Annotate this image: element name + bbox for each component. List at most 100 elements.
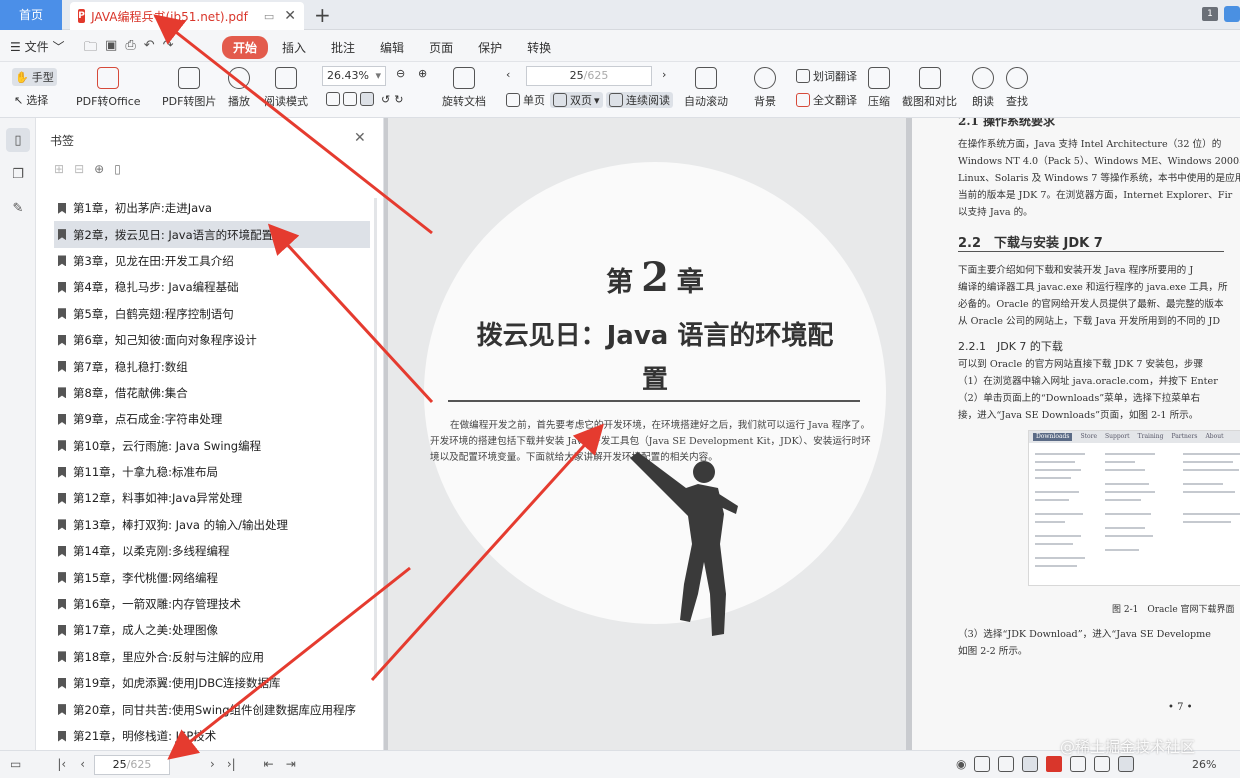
full-translate-button[interactable]: 全文翻译 [796, 92, 857, 108]
file-menu[interactable]: ☰ 文件 ﹀ [10, 38, 64, 55]
select-tool-button[interactable]: ↖ 选择 [14, 92, 48, 108]
bookmark-item[interactable]: 第10章，云行雨施: Java Swing编程 [54, 433, 370, 459]
undo-icon[interactable]: ↶ [144, 38, 155, 60]
last-page-icon[interactable]: ›| [227, 757, 236, 771]
compress-button[interactable]: 压缩 [868, 67, 890, 109]
ribbon-tab-edit[interactable]: 编辑 [369, 36, 415, 59]
read-mode-button[interactable]: 阅读模式 [264, 67, 308, 109]
bookmark-item[interactable]: 第2章，拨云见日: Java语言的环境配置 [54, 221, 370, 248]
close-tab-icon[interactable]: ✕ [284, 8, 296, 24]
new-tab-icon[interactable]: + [314, 3, 331, 27]
bookmark-scrollbar[interactable] [374, 198, 377, 678]
read-aloud-button[interactable]: 朗读 [972, 67, 994, 109]
expand-all-icon[interactable]: ⊞ [54, 162, 64, 176]
bookmark-item[interactable]: 第5章，白鹤亮翅:程序控制语句 [54, 301, 370, 327]
double-page-view-icon[interactable] [1022, 756, 1039, 772]
eye-protection-icon[interactable]: ◉ [956, 757, 966, 771]
forward-icon[interactable]: ⇥ [286, 757, 296, 771]
bookmark-item[interactable]: 第1章，初出茅庐:走进Java [54, 195, 370, 221]
sidebar-toggle-icon[interactable]: ▭ [10, 757, 21, 771]
bookmark-item[interactable]: 第9章，点石成金:字符串处理 [54, 406, 370, 432]
word-translate-button[interactable]: 划词翻译 [796, 68, 857, 84]
tab-document[interactable]: P JAVA编程兵书(jb51.net).pdf ▭ ✕ [70, 2, 304, 30]
open-folder-icon[interactable]: 🗀 [84, 38, 97, 60]
play-icon[interactable] [1046, 756, 1063, 772]
ribbon-tab-protect[interactable]: 保护 [467, 36, 513, 59]
bookmark-item[interactable]: 第20章，同甘共苦:使用Swing组件创建数据库应用程序 [54, 696, 370, 722]
thumbnail-panel-icon[interactable]: ❐ [6, 162, 30, 186]
rotate-left-icon[interactable]: ↺ [381, 93, 390, 106]
account-icon[interactable] [1224, 6, 1240, 22]
tab-home[interactable]: 首页 [0, 0, 62, 30]
bookmark-icon[interactable]: ▯ [114, 162, 121, 176]
fit-page-icon[interactable] [360, 92, 374, 106]
next-page-button[interactable]: › [662, 68, 666, 81]
bookmark-item[interactable]: 第13章，棒打双狗: Java 的输入/输出处理 [54, 512, 370, 538]
bookmark-item[interactable]: 第8章，借花献佛:集合 [54, 380, 370, 406]
add-bookmark-icon[interactable]: ⊕ [94, 162, 104, 176]
actual-size-icon[interactable] [326, 92, 340, 106]
ribbon-tab-page[interactable]: 页面 [418, 36, 464, 59]
double-page-button[interactable]: 双页 ▾ [550, 92, 603, 108]
window-count-badge[interactable]: 1 [1202, 7, 1218, 21]
fit-width-icon[interactable] [343, 92, 357, 106]
print-icon[interactable]: ⎙ [125, 38, 135, 60]
bookmark-icon [58, 572, 66, 584]
collapse-all-icon[interactable]: ⊟ [74, 162, 84, 176]
zoom-select[interactable]: 26.43% ▾ [322, 66, 386, 86]
ribbon-tab-annotate[interactable]: 批注 [320, 36, 366, 59]
fit-page-icon[interactable] [1094, 756, 1111, 772]
find-button[interactable]: 查找 [1006, 67, 1028, 109]
bookmark-panel-icon[interactable]: ▯ [6, 128, 30, 152]
hand-tool-button[interactable]: ✋ 手型 [12, 68, 57, 86]
next-page-icon[interactable]: › [210, 757, 215, 771]
fit-width-icon[interactable] [1118, 756, 1135, 772]
auto-scroll-button[interactable]: 自动滚动 [684, 67, 728, 109]
pdf-to-image-button[interactable]: PDF转图片 [162, 67, 216, 109]
bookmark-item[interactable]: 第18章，里应外合:反射与注解的应用 [54, 644, 370, 670]
prev-page-button[interactable]: ‹ [506, 68, 510, 81]
play-button[interactable]: 播放 [228, 67, 250, 109]
pdf-to-office-button[interactable]: PDF转Office [76, 67, 141, 109]
hand-tool-label: 手型 [31, 71, 54, 84]
status-zoom[interactable]: 26% [1192, 758, 1216, 771]
bookmark-item[interactable]: 第19章，如虎添翼:使用JDBC连接数据库 [54, 670, 370, 696]
bookmark-item[interactable]: 第14章，以柔克刚:多线程编程 [54, 538, 370, 564]
bookmark-item[interactable]: 第21章，明修栈道: JSP技术 [54, 723, 370, 749]
rotate-document-button[interactable]: 旋转文档 [442, 67, 486, 109]
close-icon[interactable]: ✕ [354, 130, 366, 146]
single-page-view-icon[interactable] [974, 756, 991, 772]
ribbon-tab-start[interactable]: 开始 [222, 36, 269, 59]
bookmark-item[interactable]: 第7章，稳扎稳打:数组 [54, 353, 370, 379]
first-page-icon[interactable]: |‹ [57, 757, 66, 771]
bookmark-item[interactable]: 第16章，一箭双雕:内存管理技术 [54, 591, 370, 617]
chapter-number-heading: 第2章 [424, 254, 886, 301]
ribbon-tab-insert[interactable]: 插入 [271, 36, 317, 59]
prev-page-icon[interactable]: ‹ [80, 757, 85, 771]
continuous-view-icon[interactable] [998, 756, 1015, 772]
rotate-right-icon[interactable]: ↻ [394, 93, 403, 106]
screenshot-compare-button[interactable]: 截图和对比 [902, 67, 957, 109]
back-icon[interactable]: ⇤ [264, 757, 274, 771]
redo-icon[interactable]: ↷ [163, 38, 174, 60]
status-page-input[interactable]: 25/625 [94, 755, 170, 775]
bookmark-item[interactable]: 第3章，见龙在田:开发工具介绍 [54, 248, 370, 274]
actual-size-icon[interactable] [1070, 756, 1087, 772]
background-button[interactable]: 背景 [754, 67, 776, 109]
page-number-input[interactable]: 25/625 [526, 66, 652, 86]
annotation-panel-icon[interactable]: ✎ [6, 196, 30, 220]
bookmark-item[interactable]: 第15章，李代桃僵:网络编程 [54, 564, 370, 590]
zoom-out-button[interactable]: ⊖ [396, 67, 405, 80]
zoom-in-button[interactable]: ⊕ [418, 67, 427, 80]
single-page-button[interactable]: 单页 [506, 92, 545, 108]
document-viewer[interactable]: 第2章 拨云见日：Java 语言的环境配置 在做编程开发之前，首先要考虑它的开发… [384, 118, 1240, 750]
bookmark-item[interactable]: 第17章，成人之美:处理图像 [54, 617, 370, 643]
bookmark-item[interactable]: 第6章，知己知彼:面向对象程序设计 [54, 327, 370, 353]
window-mode-icon[interactable]: ▭ [264, 10, 274, 23]
ribbon-tab-convert[interactable]: 转换 [516, 36, 562, 59]
bookmark-item[interactable]: 第12章，料事如神:Java异常处理 [54, 485, 370, 511]
bookmark-item[interactable]: 第4章，稳扎马步: Java编程基础 [54, 274, 370, 300]
continuous-read-button[interactable]: 连续阅读 [606, 92, 673, 108]
save-icon[interactable]: ▣ [105, 38, 117, 60]
bookmark-item[interactable]: 第11章，十拿九稳:标准布局 [54, 459, 370, 485]
